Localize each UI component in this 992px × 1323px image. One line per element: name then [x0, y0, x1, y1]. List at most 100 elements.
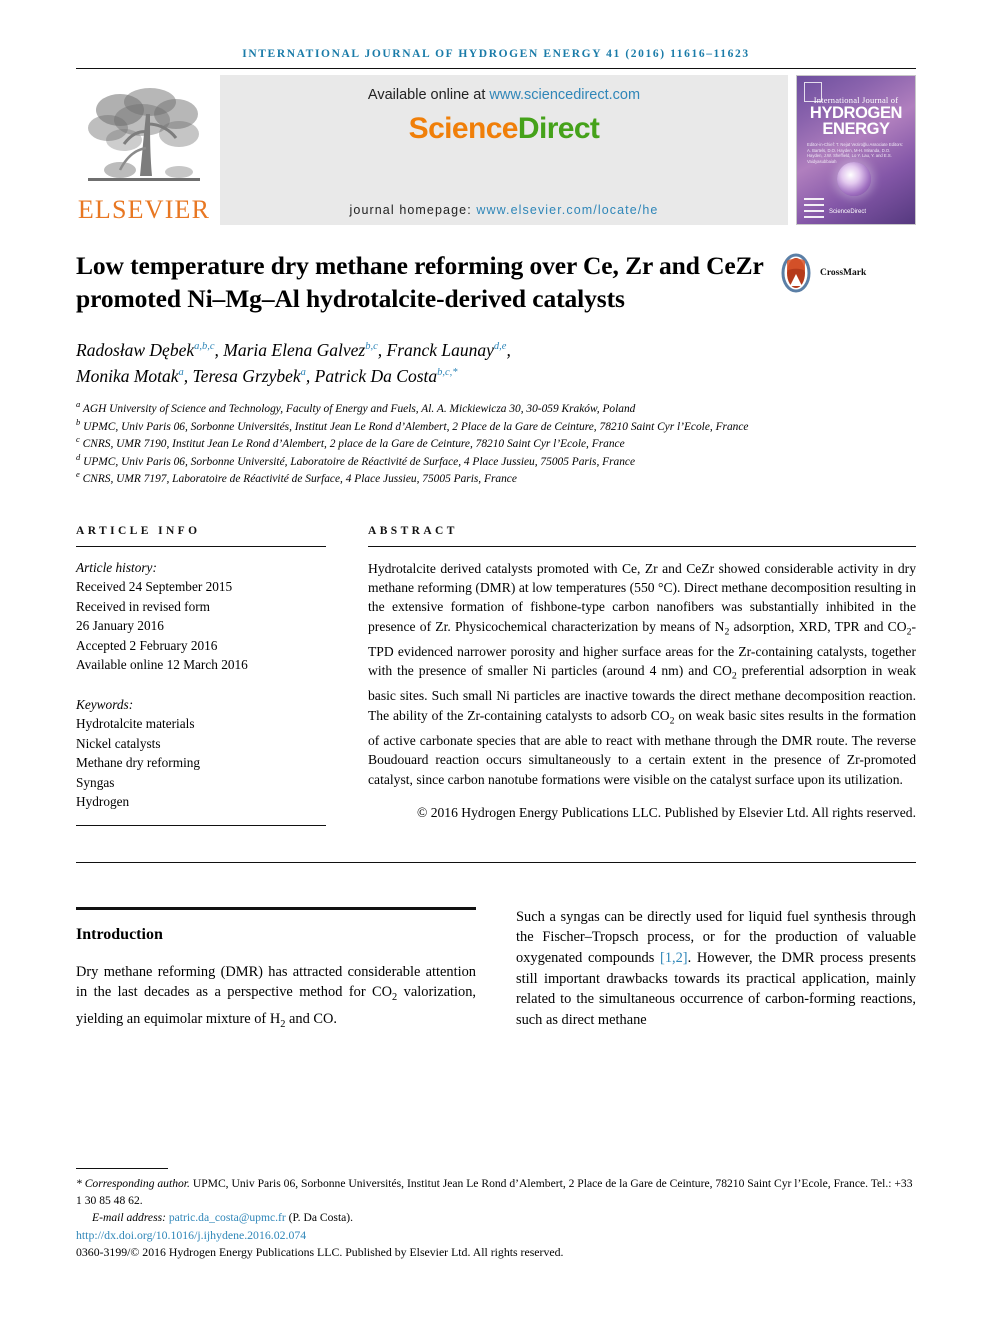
- author-entry: Teresa Grzybeka,: [193, 366, 315, 386]
- affiliation-item: d UPMC, Univ Paris 06, Sorbonne Universi…: [76, 451, 896, 472]
- author-entry: Radosław Dębeka,b,c,: [76, 340, 223, 360]
- author-affiliation-marks: b,c: [365, 341, 378, 353]
- page-footer: * Corresponding author. UPMC, Univ Paris…: [76, 1168, 916, 1262]
- page-content: International Journal of Hydrogen Energy…: [76, 0, 916, 1035]
- author-affiliation-marks: d,e: [493, 341, 507, 353]
- affiliation-list: a AGH University of Science and Technolo…: [76, 399, 896, 489]
- article-info-bottom-divider: [76, 824, 326, 826]
- keyword-item: Methane dry reforming: [76, 755, 201, 770]
- author-name: Radosław Dębek: [76, 340, 195, 360]
- keyword-item: Hydrogen: [76, 794, 130, 809]
- author-name: Teresa Grzybek: [192, 366, 301, 386]
- history-item: Available online 12 March 2016: [76, 657, 248, 672]
- keywords: Keywords: Hydrotalcite materials Nickel …: [76, 695, 326, 812]
- sciencedirect-logo-science: Science: [408, 112, 519, 145]
- introduction-heading: Introduction: [76, 925, 163, 943]
- sciencedirect-logo-direct: Direct: [517, 112, 600, 145]
- cover-sciencedirect-mark: ScienceDirect: [829, 209, 867, 215]
- running-head: International Journal of Hydrogen Energy…: [242, 48, 750, 60]
- affiliation-item: b UPMC, Univ Paris 06, Sorbonne Universi…: [76, 416, 896, 437]
- author-list: Radosław Dębeka,b,c, Maria Elena Galvezb…: [76, 337, 876, 389]
- sciencedirect-link[interactable]: www.sciencedirect.com: [489, 87, 640, 103]
- keyword-item: Hydrotalcite materials: [76, 716, 195, 731]
- keyword-item: Nickel catalysts: [76, 735, 161, 751]
- author-affiliation-marks: b,c,*: [437, 367, 458, 379]
- journal-homepage-label: journal homepage:: [349, 203, 477, 217]
- author-entry: Maria Elena Galvezb,c,: [223, 340, 386, 360]
- corresponding-author-note: * Corresponding author. UPMC, Univ Paris…: [76, 1175, 916, 1209]
- author-name: Monika Motak: [76, 366, 179, 386]
- affiliation-item: a AGH University of Science and Technolo…: [76, 399, 896, 419]
- affiliation-text: AGH University of Science and Technology…: [82, 403, 636, 415]
- doi-link[interactable]: http://dx.doi.org/10.1016/j.ijhydene.201…: [76, 1228, 306, 1242]
- cover-title-energy: ENERGY: [822, 120, 890, 138]
- keyword-item: Syngas: [76, 774, 115, 790]
- affiliation-text: CNRS, UMR 7190, Institut Jean Le Rond d’…: [82, 438, 625, 450]
- crossmark-badge[interactable]: CrossMark: [776, 253, 880, 293]
- cover-orb-graphic: [837, 162, 871, 196]
- affiliation-mark: e: [76, 469, 80, 480]
- article-history-label: Article history:: [76, 559, 157, 575]
- article-history: Article history: Received 24 September 2…: [76, 558, 326, 675]
- author-separator: ,: [183, 366, 193, 386]
- history-item: Received 24 September 2015: [76, 579, 233, 594]
- cover-editors: Editor-in-Chief: T. Nejat Veziroğlu Asso…: [807, 142, 904, 164]
- corresponding-author-marker: *: [76, 1177, 82, 1190]
- affiliation-mark: d: [76, 451, 81, 462]
- abstract-column: ABSTRACT Hydrotalcite derived catalysts …: [368, 525, 916, 836]
- journal-homepage-line: journal homepage: www.elsevier.com/locat…: [220, 203, 788, 217]
- cover-barcode-icon: [804, 198, 824, 218]
- abstract-copyright: © 2016 Hydrogen Energy Publications LLC.…: [416, 804, 916, 820]
- masthead: ELSEVIER Available online at www.science…: [76, 75, 916, 225]
- introduction-paragraph-left: Dry methane reforming (DMR) has attracte…: [76, 963, 476, 1030]
- doi-line: http://dx.doi.org/10.1016/j.ijhydene.201…: [76, 1227, 916, 1245]
- article-info-column: ARTICLE INFO Article history: Received 2…: [76, 525, 326, 836]
- author-name: Patrick Da Costa: [314, 366, 438, 386]
- affiliation-mark: b: [76, 416, 81, 427]
- crossmark-icon: [781, 253, 811, 293]
- footnote-divider: [76, 1168, 168, 1169]
- info-and-abstract: ARTICLE INFO Article history: Received 2…: [76, 525, 916, 836]
- citation-link[interactable]: [1,2]: [660, 950, 688, 966]
- body-columns: Introduction Dry methane reforming (DMR)…: [76, 906, 916, 1036]
- affiliation-mark: c: [76, 434, 80, 445]
- issn-copyright-line: 0360-3199/© 2016 Hydrogen Energy Publica…: [76, 1245, 564, 1260]
- introduction-rule: [76, 906, 476, 910]
- article-info-divider: [76, 545, 326, 547]
- body-column-right: Such a syngas can be directly used for l…: [516, 907, 916, 1036]
- journal-cover-thumbnail: International Journal of HYDROGEN ENERGY…: [796, 75, 916, 225]
- corresponding-author-label: Corresponding author.: [84, 1177, 190, 1190]
- affiliation-item: e CNRS, UMR 7197, Laboratoire de Réactiv…: [76, 469, 896, 489]
- abstract-divider: [368, 545, 916, 547]
- header-divider: [76, 68, 916, 69]
- journal-homepage-link[interactable]: www.elsevier.com/locate/he: [476, 203, 658, 217]
- email-label: E-mail address:: [92, 1211, 169, 1225]
- elsevier-wordmark: ELSEVIER: [77, 195, 211, 224]
- email-line: E-mail address: patric.da_costa@upmc.fr …: [76, 1209, 916, 1226]
- sciencedirect-logo: ScienceDirect: [409, 112, 600, 146]
- elsevier-logo: ELSEVIER: [76, 75, 212, 225]
- body-column-left: Introduction Dry methane reforming (DMR)…: [76, 906, 476, 1036]
- author-separator: ,: [377, 340, 387, 360]
- abstract-text: Hydrotalcite derived catalysts promoted …: [368, 560, 916, 787]
- author-entry: Franck Launayd,e,: [387, 340, 511, 360]
- author-separator: ,: [214, 340, 224, 360]
- email-suffix: (P. Da Costa).: [285, 1211, 354, 1225]
- author-separator: ,: [506, 340, 511, 360]
- history-item: 26 January 2016: [76, 618, 164, 633]
- history-item: Received in revised form: [76, 598, 211, 614]
- article-first-page: International Journal of Hydrogen Energy…: [0, 0, 992, 1323]
- affiliation-item: c CNRS, UMR 7190, Institut Jean Le Rond …: [76, 434, 896, 454]
- author-affiliation-marks: a,b,c: [194, 341, 215, 353]
- history-item: Accepted 2 February 2016: [76, 637, 218, 653]
- keywords-label: Keywords:: [76, 696, 134, 712]
- affiliation-text: UPMC, Univ Paris 06, Sorbonne Université…: [83, 420, 749, 433]
- author-separator: ,: [305, 366, 315, 386]
- page-title: Low temperature dry methane reforming ov…: [76, 251, 764, 313]
- affiliation-mark: a: [76, 399, 81, 410]
- email-link[interactable]: patric.da_costa@upmc.fr: [169, 1211, 286, 1224]
- cover-title-big: HYDROGEN ENERGY: [797, 105, 915, 138]
- author-entry: Monika Motaka,: [76, 366, 193, 386]
- title-row: Low temperature dry methane reforming ov…: [76, 249, 916, 315]
- article-info-heading: ARTICLE INFO: [76, 524, 201, 537]
